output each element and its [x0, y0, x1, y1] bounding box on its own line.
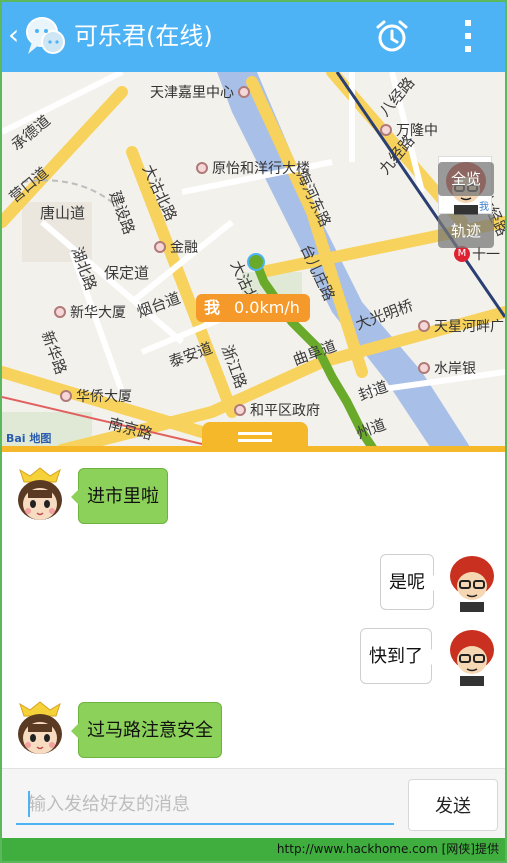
- girl-avatar-icon[interactable]: [12, 466, 68, 526]
- map-place-label: 水岸银: [418, 358, 476, 378]
- map-road-label: 保定道: [104, 264, 150, 282]
- track-button[interactable]: 轨迹: [438, 214, 494, 248]
- alarm-clock-icon[interactable]: [374, 18, 410, 54]
- poi-icon: [54, 306, 66, 318]
- metro-icon: M: [454, 246, 470, 262]
- map-place-label: 华侨大厦: [60, 386, 132, 406]
- page-title: 可乐君(在线): [74, 22, 213, 50]
- poi-icon: [154, 241, 166, 253]
- back-chevron-icon[interactable]: ‹: [8, 20, 19, 50]
- map-place-label: 天津嘉里中心: [150, 82, 254, 102]
- chat-bubble-sent: 是呢: [380, 554, 441, 610]
- top-bar: ‹ 可乐君(在线): [2, 2, 505, 72]
- map-road-label: 唐山道: [40, 204, 86, 222]
- chat-bubble-sent: 快到了: [360, 628, 439, 684]
- chat-bubble-received: 进市里啦: [71, 468, 168, 524]
- boy-avatar-icon[interactable]: [444, 626, 500, 686]
- map-place-label: 金融: [154, 237, 198, 257]
- message-composer: 发送: [2, 768, 505, 838]
- me-label: 我: [204, 298, 221, 317]
- poi-icon: [380, 124, 392, 136]
- boy-avatar-icon[interactable]: [444, 552, 500, 612]
- map-place-label: 新华大厦: [54, 302, 126, 322]
- handle-line: [238, 432, 272, 435]
- poi-icon: [418, 362, 430, 374]
- girl-avatar-icon[interactable]: [12, 700, 68, 760]
- chat-list[interactable]: 进市里啦 是呢 快到了 过马路注意安全: [2, 452, 505, 768]
- poi-icon: [60, 390, 72, 402]
- map-place-label: 和平区政府: [234, 400, 320, 420]
- poi-icon: [234, 404, 246, 416]
- chat-bubble-received: 过马路注意安全: [71, 702, 222, 758]
- map-view[interactable]: 天津嘉里中心 万隆中 原怡和洋行大楼 金融 新华大厦 华侨大厦 和平区政府 天星…: [2, 72, 505, 450]
- overview-button[interactable]: 全览: [438, 162, 494, 196]
- poi-icon: [418, 320, 430, 332]
- watermark-text: http://www.hackhome.com [网侠]提供: [276, 842, 499, 856]
- text-cursor: [28, 791, 30, 817]
- message-input[interactable]: [16, 785, 394, 825]
- map-place-label: 天星河畔广: [418, 316, 504, 336]
- poi-icon: [196, 162, 208, 174]
- send-button[interactable]: 发送: [408, 779, 498, 831]
- speed-indicator: 我 0.0km/h: [196, 294, 310, 322]
- handle-line: [238, 439, 272, 442]
- avatar-me-tag: 我: [479, 202, 489, 213]
- app-logo-icon[interactable]: [24, 14, 68, 60]
- more-options-icon[interactable]: [458, 16, 478, 56]
- baidu-map-logo: Bai 地图: [6, 432, 52, 445]
- poi-icon: [238, 86, 251, 98]
- app-frame: ‹ 可乐君(在线) 天津嘉里中心 万隆中 原怡和洋行大楼 金融 新华大厦 华侨大…: [0, 0, 507, 863]
- speed-value: 0.0km/h: [234, 298, 300, 317]
